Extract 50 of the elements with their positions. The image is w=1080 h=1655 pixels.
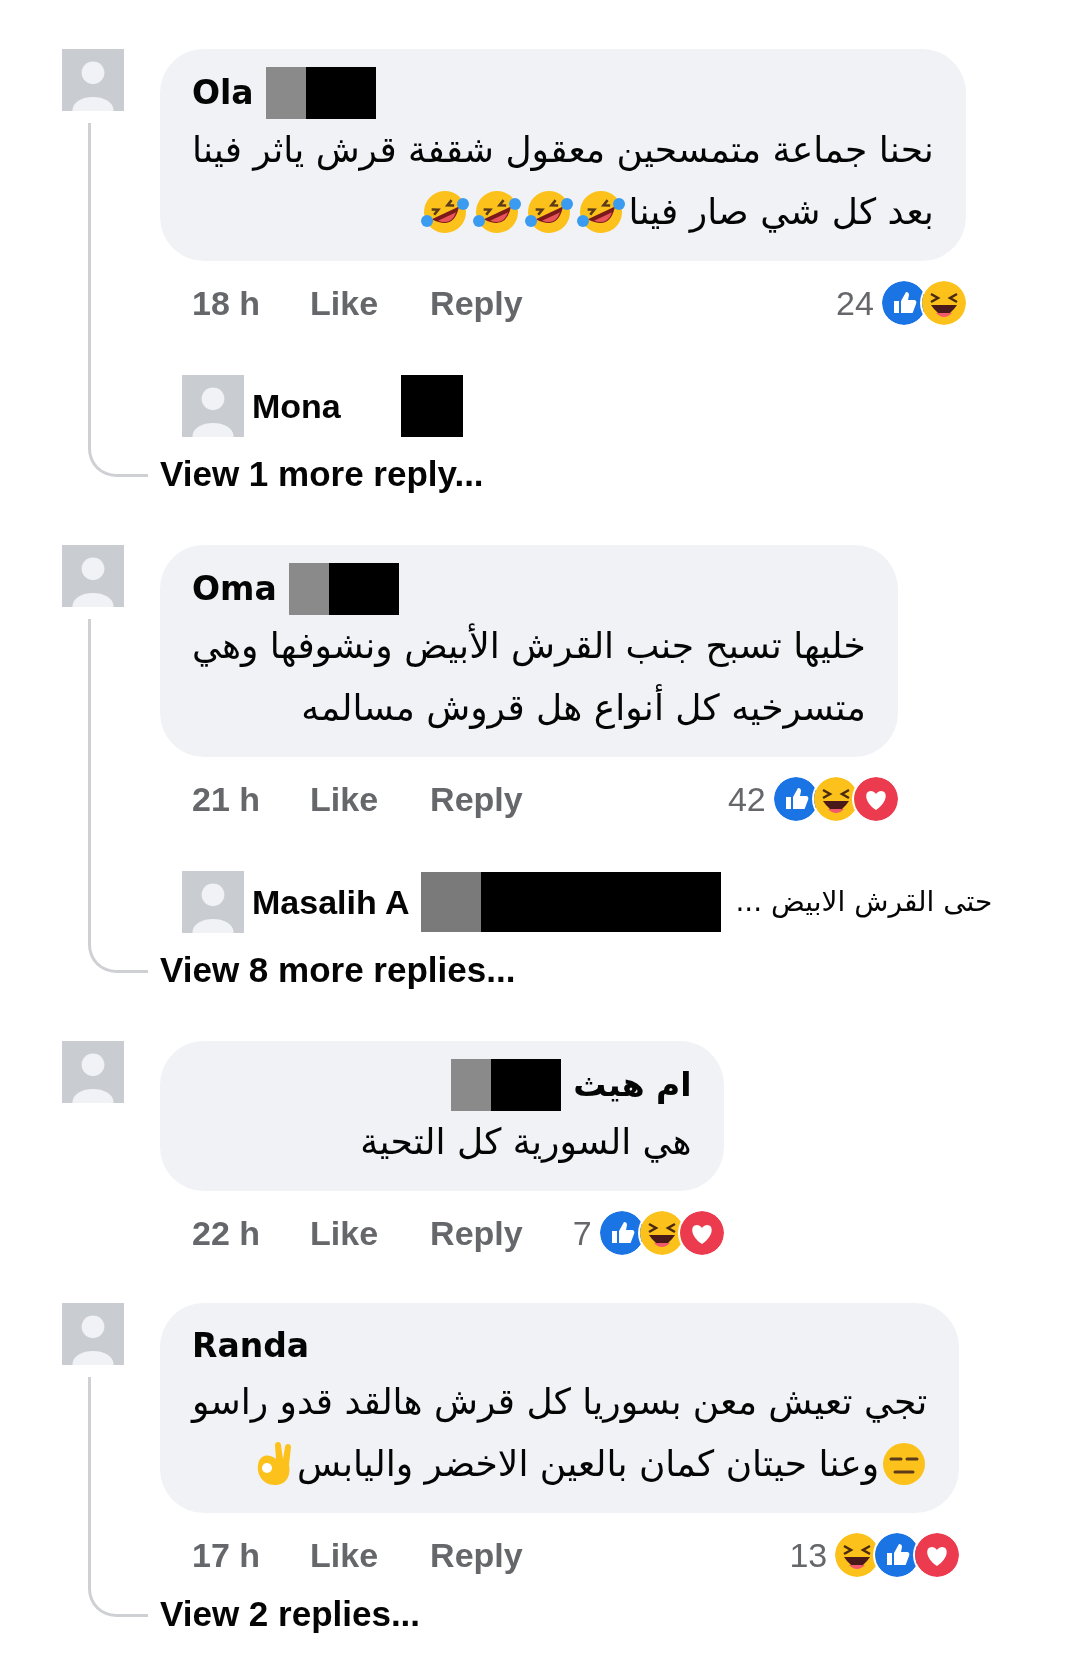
- commenter-name[interactable]: Ola: [192, 68, 254, 118]
- commenter-name[interactable]: ام هيث: [573, 1060, 692, 1110]
- comment-time: 17 h: [192, 1535, 261, 1576]
- love-reaction-icon: [853, 777, 898, 821]
- reaction-count: 7: [572, 1213, 592, 1254]
- redaction-block: [400, 375, 463, 437]
- comment-text: بعد كل شي صار فينا: [628, 190, 934, 235]
- reply-link[interactable]: Reply: [430, 1533, 523, 1577]
- comment-text: متسرخيه كل أنواع هل قروش مسالمه: [301, 677, 866, 739]
- reply-link[interactable]: Reply: [430, 281, 523, 325]
- reply-link[interactable]: Reply: [430, 777, 523, 821]
- view-replies-link[interactable]: View 8 more replies...: [160, 947, 516, 993]
- haha-reaction-icon: [921, 281, 966, 325]
- like-reaction-icon: [881, 281, 926, 325]
- haha-reaction-icon: [639, 1211, 684, 1255]
- like-reaction-icon: [773, 777, 818, 821]
- reply-snippet: حتى القرش الابيض ...: [735, 884, 993, 920]
- avatar-icon[interactable]: [62, 1041, 124, 1103]
- avatar-icon[interactable]: [62, 545, 124, 607]
- like-reaction-icon: [599, 1211, 644, 1255]
- comment-text: هي السورية كل التحية: [360, 1120, 692, 1165]
- reaction-count: 42: [727, 779, 766, 820]
- reply-link[interactable]: Reply: [430, 1211, 523, 1255]
- comment-text: نحنا جماعة متمسحين معقول شقفة قرش ياثر فينا: [192, 128, 934, 173]
- expressionless-emoji-icon: [881, 1441, 928, 1487]
- love-reaction-icon: [915, 1533, 960, 1577]
- commenter-name[interactable]: Randa: [192, 1321, 310, 1371]
- like-link[interactable]: Like: [310, 1533, 379, 1577]
- avatar-icon[interactable]: [62, 1303, 124, 1365]
- comment-time: 21 h: [192, 779, 261, 820]
- reply-author-name[interactable]: Masalih A: [252, 876, 410, 928]
- reaction-count: 13: [789, 1535, 828, 1576]
- like-link[interactable]: Like: [310, 777, 379, 821]
- reply-author-name[interactable]: Mona: [252, 380, 341, 432]
- commenter-name[interactable]: Oma: [192, 564, 277, 614]
- view-replies-link[interactable]: View 1 more reply...: [160, 451, 484, 497]
- reaction-count: 24: [836, 283, 874, 324]
- view-replies-link[interactable]: View 2 replies...: [160, 1591, 421, 1637]
- comment-text: وعنا حيتان كمان بالعين الاخضر واليابس: [297, 1442, 880, 1487]
- avatar-icon[interactable]: [62, 49, 124, 111]
- comment-text: تجي تعيش معن بسوريا كل قرش هالقد قدو راسو: [192, 1380, 928, 1425]
- comment-time: 22 h: [192, 1213, 261, 1254]
- comment-text: خليها تسبح جنب القرش الأبيض ونشوفها وهي: [192, 622, 866, 669]
- avatar-icon[interactable]: [182, 375, 244, 437]
- haha-reaction-icon: [813, 777, 858, 821]
- comment-time: 18 h: [192, 283, 261, 324]
- like-link[interactable]: Like: [310, 281, 379, 325]
- love-reaction-icon: [679, 1211, 724, 1255]
- like-link[interactable]: Like: [310, 1211, 379, 1255]
- avatar-icon[interactable]: [182, 871, 244, 933]
